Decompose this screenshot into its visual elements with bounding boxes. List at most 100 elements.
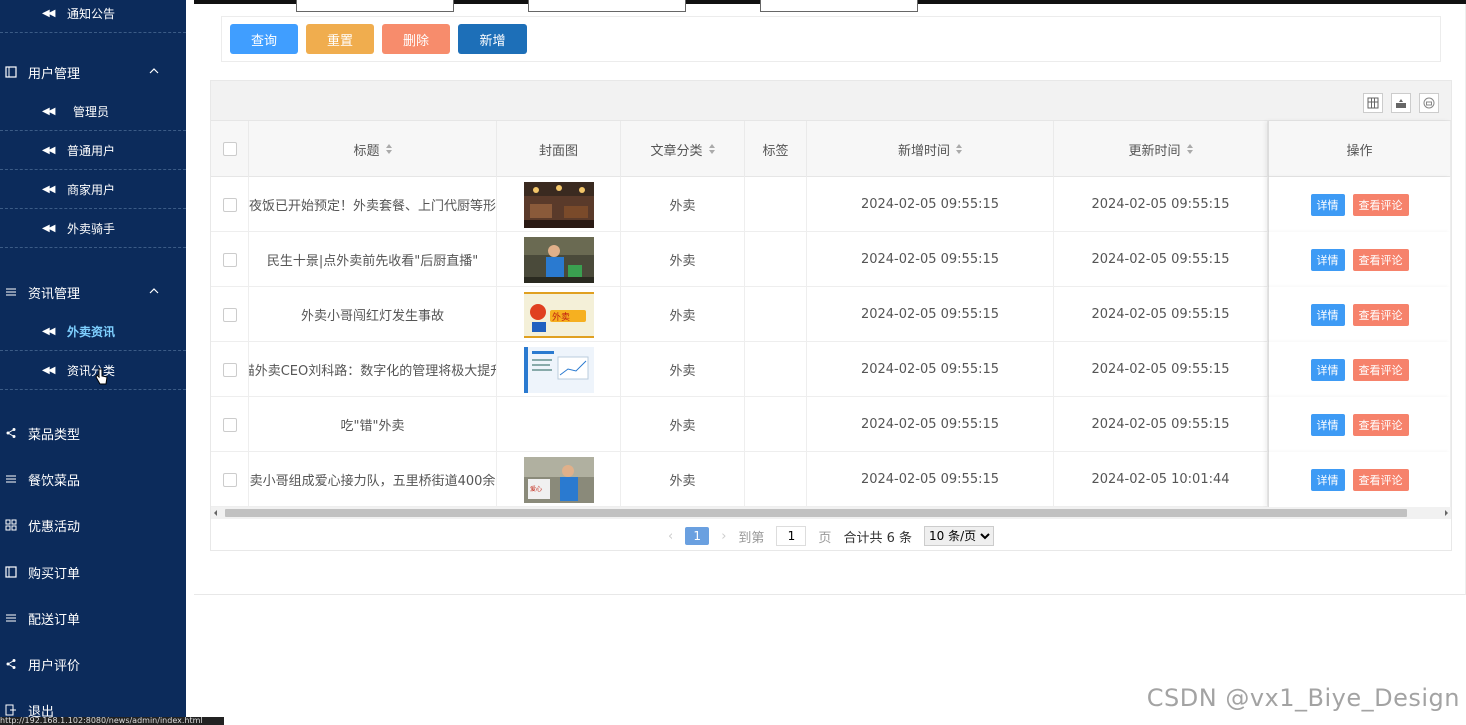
- row-category: 外卖: [669, 474, 696, 489]
- detail-button[interactable]: 详情: [1310, 413, 1345, 436]
- scrollbar-thumb[interactable]: [225, 509, 1407, 517]
- view-comments-button[interactable]: 查看评论: [1352, 468, 1409, 491]
- row-checkbox[interactable]: [222, 417, 237, 432]
- cover-image[interactable]: 外卖: [523, 291, 594, 338]
- sort-icon[interactable]: [956, 144, 962, 154]
- list-icon: [4, 472, 18, 486]
- cover-cell: [497, 177, 621, 232]
- sidebar-group-user-mgmt[interactable]: 用户管理: [0, 52, 186, 92]
- chevron-up-icon: [149, 68, 159, 74]
- header-updated[interactable]: 更新时间: [1054, 121, 1268, 177]
- sidebar-item-notice[interactable]: ◀◀ 通知公告: [0, 0, 186, 33]
- ops-cell: 详情 查看评论: [1268, 452, 1451, 507]
- page-size-select[interactable]: 10 条/页: [923, 526, 994, 546]
- created-cell: 2024-02-05 09:55:15: [807, 232, 1054, 287]
- title-cell: 猫外卖CEO刘科路：数字化的管理将极大提升: [249, 342, 497, 397]
- scroll-left-icon[interactable]: [213, 510, 219, 516]
- row-checkbox[interactable]: [222, 307, 237, 322]
- sidebar-item-label: 普通用户: [67, 143, 116, 158]
- main-panel: 查询 重置 删除 新增 标题 封面图 文章分类 标签 新增时间 更新时间 操作: [194, 0, 1466, 595]
- reset-button[interactable]: 重置: [306, 24, 374, 54]
- prev-page-icon[interactable]: ‹: [668, 529, 673, 544]
- action-button-bar: 查询 重置 删除 新增: [221, 16, 1441, 62]
- view-comments-button[interactable]: 查看评论: [1352, 303, 1409, 326]
- delete-button[interactable]: 删除: [382, 24, 450, 54]
- hand-cursor-icon: [95, 368, 108, 385]
- sidebar-item-promotions[interactable]: 优惠活动: [0, 505, 186, 545]
- row-checkbox[interactable]: [222, 197, 237, 212]
- search-input[interactable]: [296, 0, 454, 12]
- view-comments-button[interactable]: 查看评论: [1352, 358, 1409, 381]
- sidebar-item-dish-type[interactable]: 菜品类型: [0, 413, 186, 453]
- print-icon[interactable]: [1419, 93, 1439, 113]
- sidebar-item-label: 通知公告: [67, 6, 116, 21]
- search-input[interactable]: [760, 0, 918, 12]
- sidebar-item-dishes[interactable]: 餐饮菜品: [0, 459, 186, 499]
- tags-cell: [745, 397, 807, 452]
- row-category: 外卖: [669, 254, 696, 269]
- query-button[interactable]: 查询: [230, 24, 298, 54]
- table-row: 民生十景|点外卖前先收看"后厨直播" 外卖 2024-02-05 09:55:15 2…: [211, 232, 1451, 287]
- sidebar-item-admin[interactable]: ◀◀ 管理员: [0, 92, 186, 131]
- pagination: ‹ 1 › 到第 页 合计共 6 条 10 条/页: [211, 521, 1451, 551]
- sidebar-item-delivery-orders[interactable]: 配送订单: [0, 598, 186, 638]
- detail-button[interactable]: 详情: [1310, 468, 1345, 491]
- sidebar-group-label: 用户管理: [28, 66, 81, 82]
- row-checkbox[interactable]: [222, 362, 237, 377]
- row-checkbox[interactable]: [222, 472, 237, 487]
- sidebar-item-normal-user[interactable]: ◀◀ 普通用户: [0, 131, 186, 170]
- sidebar-item-label: 外卖骑手: [67, 221, 116, 236]
- columns-filter-icon[interactable]: [1363, 93, 1383, 113]
- view-comments-button[interactable]: 查看评论: [1352, 193, 1409, 216]
- detail-button[interactable]: 详情: [1310, 303, 1345, 326]
- header-label: 更新时间: [1128, 143, 1181, 159]
- row-checkbox[interactable]: [222, 252, 237, 267]
- tags-cell: [745, 177, 807, 232]
- next-page-icon[interactable]: ›: [721, 529, 726, 544]
- header-title[interactable]: 标题: [249, 121, 497, 177]
- header-category[interactable]: 文章分类: [621, 121, 745, 177]
- search-input[interactable]: [528, 0, 686, 12]
- updated-cell: 2024-02-05 10:01:44: [1054, 452, 1268, 507]
- cover-cell: 外卖: [497, 287, 621, 342]
- sort-icon[interactable]: [385, 144, 392, 154]
- sidebar-item-news[interactable]: ◀◀ 外卖资讯: [0, 312, 186, 351]
- cover-image[interactable]: [523, 236, 594, 283]
- sort-icon[interactable]: [1186, 144, 1193, 154]
- sidebar-item-merchant-user[interactable]: ◀◀ 商家用户: [0, 170, 186, 209]
- row-created: 2024-02-05 09:55:15: [860, 362, 1000, 377]
- header-created[interactable]: 新增时间: [807, 121, 1054, 177]
- ops-cell: 详情 查看评论: [1268, 177, 1451, 232]
- view-comments-button[interactable]: 查看评论: [1352, 413, 1409, 436]
- header-label: 标签: [762, 143, 789, 159]
- cover-image[interactable]: 爱心: [523, 456, 594, 503]
- cover-cell: [497, 232, 621, 287]
- table-body: 年夜饭已开始预定！外卖套餐、上门代厨等形式 外卖 2024-02-05 09:55:…: [211, 177, 1451, 507]
- horizontal-scrollbar[interactable]: [211, 507, 1451, 519]
- detail-button[interactable]: 详情: [1310, 248, 1345, 271]
- sidebar-item-user-reviews[interactable]: 用户评价: [0, 644, 186, 684]
- sidebar: ◀◀ 通知公告 用户管理 ◀◀ 管理员 ◀◀ 普通用户 ◀◀ 商家用户 ◀◀ 外…: [0, 0, 186, 725]
- export-icon[interactable]: [1391, 93, 1411, 113]
- cover-image[interactable]: [523, 346, 594, 393]
- select-cell: [211, 177, 249, 232]
- detail-button[interactable]: 详情: [1310, 358, 1345, 381]
- sidebar-item-rider[interactable]: ◀◀ 外卖骑手: [0, 209, 186, 248]
- sidebar-item-news-category[interactable]: ◀◀ 资讯分类: [0, 351, 186, 390]
- view-comments-button[interactable]: 查看评论: [1352, 248, 1409, 271]
- select-all-checkbox[interactable]: [222, 142, 237, 156]
- sidebar-group-news-mgmt[interactable]: 资讯管理: [0, 272, 186, 312]
- page-current[interactable]: 1: [685, 527, 710, 545]
- created-cell: 2024-02-05 09:55:15: [807, 452, 1054, 507]
- watermark: CSDN @vx1_Biye_Design: [1146, 684, 1460, 712]
- created-cell: 2024-02-05 09:55:15: [807, 342, 1054, 397]
- sort-icon[interactable]: [708, 144, 715, 154]
- updated-cell: 2024-02-05 09:55:15: [1054, 287, 1268, 342]
- detail-button[interactable]: 详情: [1310, 193, 1345, 216]
- svg-text:外卖: 外卖: [552, 311, 570, 323]
- goto-page-input[interactable]: [776, 526, 807, 546]
- add-button[interactable]: 新增: [458, 24, 527, 54]
- scroll-right-icon[interactable]: [1443, 510, 1449, 516]
- sidebar-item-purchase-orders[interactable]: 购买订单: [0, 552, 186, 592]
- cover-image[interactable]: [523, 181, 594, 228]
